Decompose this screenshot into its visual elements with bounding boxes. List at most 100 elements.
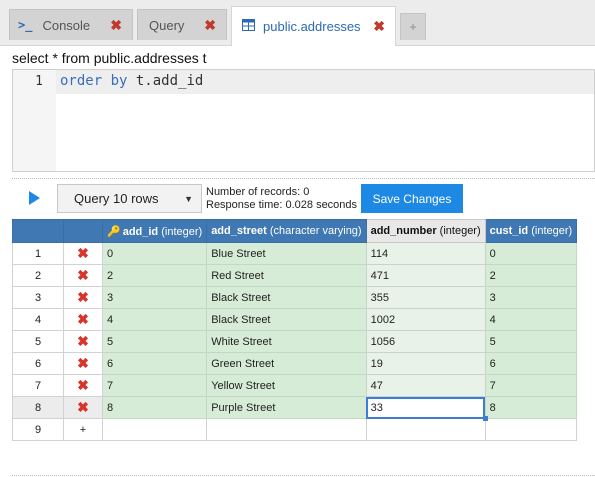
cell-cust-id[interactable]: 6 [484,352,578,375]
results-grid: 🔑 add_id (integer) add_street (character … [12,219,578,441]
column-header-add-street[interactable]: add_street (character varying) [206,219,367,243]
table-row: 4 ✖ 4 Black Street 1002 4 [12,308,578,331]
query-title: select * from public.addresses t [12,50,207,66]
cell-cust-id[interactable]: 3 [484,286,578,309]
new-cell-cust-id[interactable] [484,418,578,441]
cell-add-id[interactable]: 8 [101,396,208,419]
query-rows-select[interactable]: Query 10 rows ▼ [57,184,202,213]
delete-icon: ✖ [77,311,89,327]
column-header-add-id[interactable]: 🔑 add_id (integer) [101,219,208,243]
row-number: 3 [12,286,64,309]
caret-down-icon: ▼ [184,193,193,204]
close-icon[interactable]: ✖ [204,17,216,34]
cell-add-id[interactable]: 7 [101,374,208,397]
cell-add-street[interactable]: Black Street [206,308,367,331]
header-actions [63,219,103,243]
cell-add-street[interactable]: Red Street [206,264,367,287]
cell-add-number[interactable]: 114 [365,242,486,265]
save-changes-button[interactable]: Save Changes [361,184,463,213]
delete-row-button[interactable]: ✖ [63,374,103,397]
delete-icon: ✖ [77,289,89,305]
table-row: 2 ✖ 2 Red Street 471 2 [12,264,578,287]
cell-add-number-active[interactable]: 33 [365,396,488,421]
cell-add-id[interactable]: 4 [101,308,208,331]
new-cell-add-number[interactable] [365,418,486,441]
cell-add-street[interactable]: Purple Street [206,396,367,419]
tab-query[interactable]: Query ✖ [137,9,227,40]
table-row: 7 ✖ 7 Yellow Street 47 7 [12,374,578,397]
column-name: add_number [370,225,437,237]
cell-add-id[interactable]: 3 [101,286,208,309]
close-icon[interactable]: ✖ [110,17,122,34]
header-rownum [12,219,64,243]
delete-row-button[interactable]: ✖ [63,352,103,375]
delete-row-button[interactable]: ✖ [63,286,103,309]
cell-cust-id[interactable]: 2 [484,264,578,287]
cell-add-id[interactable]: 6 [101,352,208,375]
cell-add-number[interactable]: 471 [365,264,486,287]
column-type: (integer) [161,225,203,238]
delete-row-button[interactable]: ✖ [63,396,103,419]
column-type: (character varying) [269,225,362,237]
fill-handle[interactable] [482,416,488,421]
table-row: 5 ✖ 5 White Street 1056 5 [12,330,578,353]
cell-add-street[interactable]: Black Street [206,286,367,309]
add-tab-button[interactable]: + [400,13,426,40]
cell-cust-id[interactable]: 4 [484,308,578,331]
code-line[interactable]: order by t.add_id [60,73,203,89]
delete-row-button[interactable]: ✖ [63,264,103,287]
table-row-selected: 8 ✖ 8 Purple Street 33 8 [12,396,578,421]
run-icon[interactable] [29,191,40,205]
cell-add-id[interactable]: 5 [101,330,208,353]
cell-add-number[interactable]: 355 [365,286,486,309]
row-number: 4 [12,308,64,331]
select-value: Query 10 rows [74,191,159,206]
sql-editor[interactable]: 1 order by t.add_id [12,69,595,172]
tab-label: public.addresses [263,19,361,34]
row-number: 1 [12,242,64,265]
cell-value: 33 [370,401,383,414]
tab-console[interactable]: >_ Console ✖ [9,9,133,40]
cell-add-number[interactable]: 19 [365,352,486,375]
cell-cust-id[interactable]: 5 [484,330,578,353]
column-header-add-number[interactable]: add_number (integer) [365,219,486,243]
code-text: t.add_id [127,73,204,89]
cell-add-id[interactable]: 2 [101,264,208,287]
column-type: (integer) [531,225,573,237]
row-number: 9 [12,418,64,441]
new-cell-add-street[interactable] [206,418,367,441]
cell-add-street[interactable]: Yellow Street [206,374,367,397]
add-row-button[interactable]: + [63,418,103,441]
table-row: 1 ✖ 0 Blue Street 114 0 [12,242,578,265]
new-cell-add-id[interactable] [101,418,208,441]
cell-add-number[interactable]: 1002 [365,308,486,331]
delete-row-button[interactable]: ✖ [63,242,103,265]
cell-cust-id[interactable]: 7 [484,374,578,397]
column-header-cust-id[interactable]: cust_id (integer) [484,219,578,243]
tab-public-addresses[interactable]: public.addresses ✖ [231,6,396,46]
cell-cust-id[interactable]: 0 [484,242,578,265]
delete-icon: ✖ [77,267,89,283]
row-number: 7 [12,374,64,397]
close-icon[interactable]: ✖ [373,18,385,35]
cell-add-number[interactable]: 47 [365,374,486,397]
cell-add-street[interactable]: White Street [206,330,367,353]
plus-icon: + [409,20,417,34]
column-name: add_id [122,225,159,238]
delete-icon: ✖ [77,399,89,415]
terminal-icon: >_ [18,18,33,32]
delete-icon: ✖ [77,333,89,349]
row-number: 5 [12,330,64,353]
column-name: cust_id [489,225,529,237]
cell-add-street[interactable]: Blue Street [206,242,367,265]
delete-row-button[interactable]: ✖ [63,308,103,331]
tab-label: Console [42,17,91,33]
cell-cust-id[interactable]: 8 [484,396,578,419]
cell-add-id[interactable]: 0 [101,242,208,265]
cell-add-number[interactable]: 1056 [365,330,486,353]
row-number: 8 [12,396,64,419]
delete-row-button[interactable]: ✖ [63,330,103,353]
table-row: 6 ✖ 6 Green Street 19 6 [12,352,578,375]
query-status: Number of records: 0 Response time: 0.02… [206,186,357,212]
cell-add-street[interactable]: Green Street [206,352,367,375]
